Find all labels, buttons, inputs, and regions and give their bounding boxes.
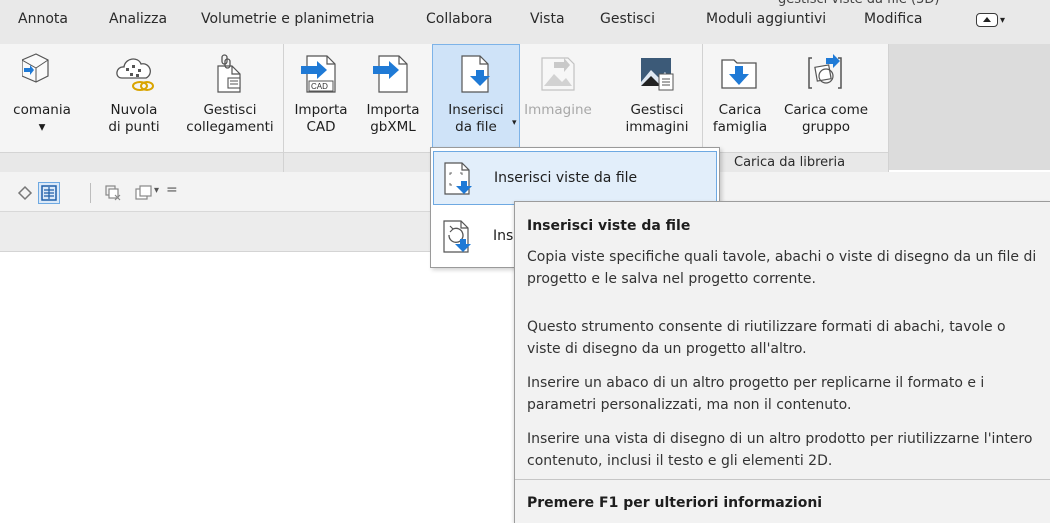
point-cloud-button[interactable]: Nuvola di punti (96, 52, 172, 136)
tab-collabora[interactable]: Collabora (426, 11, 493, 27)
manage-images-button[interactable]: Gestisci immagini (615, 52, 699, 136)
manage-links-icon (210, 52, 250, 94)
import-gbxml-button[interactable]: Importa gbXML (360, 52, 426, 136)
ribbon-tab-bar: gestisci viste da file (3D) Annota Anali… (0, 0, 1050, 44)
import-cad-label: Importa CAD (294, 102, 348, 135)
ribbon-display-options-button[interactable]: ▾ (976, 10, 1020, 30)
panel-divider (888, 44, 889, 172)
tab-annota[interactable]: Annota (18, 11, 68, 27)
tooltip-title: Inserisci viste da file (527, 218, 691, 234)
tooltip-description: Copia viste specifiche quali tavole, aba… (527, 249, 1037, 287)
tab-gestisci[interactable]: Gestisci (600, 11, 655, 27)
point-cloud-label: Nuvola di punti (108, 102, 160, 135)
thin-lines-icon[interactable] (38, 182, 60, 204)
decal-icon (21, 52, 62, 94)
tab-vista[interactable]: Vista (530, 11, 565, 27)
load-as-group-label: Carica come gruppo (783, 102, 869, 135)
insert-from-file-icon (456, 52, 496, 94)
panel-label-carica-da-libreria: Carica da libreria (734, 155, 846, 170)
insert-from-file-button[interactable]: Inserisci da file ▾ (432, 44, 520, 152)
tooltip-divider (515, 479, 1050, 480)
switch-windows-icon[interactable] (134, 184, 152, 202)
tab-analizza[interactable]: Analizza (109, 11, 167, 27)
image-label: Immagine (524, 102, 592, 118)
insert-views-icon (442, 161, 478, 197)
load-family-icon (720, 52, 760, 94)
chevron-down-icon[interactable]: ▾ (154, 185, 159, 196)
point-cloud-icon (114, 52, 154, 94)
ribbon-empty-area (888, 44, 1050, 170)
menu-item-label: Inserisci viste da file (494, 170, 638, 186)
customize-toolbar-icon[interactable]: = (166, 182, 178, 198)
import-gbxml-icon (373, 52, 413, 94)
tooltip-paragraph: Questo strumento consente di riutilizzar… (527, 319, 1006, 357)
manage-links-button[interactable]: Gestisci collegamenti (180, 52, 280, 136)
tab-volumetrie[interactable]: Volumetrie e planimetria (201, 11, 374, 27)
load-as-group-button[interactable]: Carica come gruppo (780, 52, 872, 136)
tab-moduli-aggiuntivi[interactable]: Moduli aggiuntivi (706, 11, 826, 27)
image-icon (538, 52, 578, 94)
decal-button[interactable]: comania ▾ (0, 52, 84, 136)
manage-links-label: Gestisci collegamenti (186, 102, 274, 135)
svg-text:CAD: CAD (311, 82, 328, 91)
insert-from-file-label: Inserisci da file (448, 102, 504, 135)
chevron-down-icon: ▾ (1000, 14, 1006, 26)
tooltip-insert-views-from-file: Inserisci viste da file Copia viste spec… (514, 201, 1050, 523)
decal-label: comania ▾ (13, 102, 71, 135)
visibility-icon[interactable] (16, 184, 34, 202)
load-family-button[interactable]: Carica famiglia (705, 52, 775, 136)
ribbon-toggle-icon (976, 13, 998, 27)
tooltip-paragraph: Inserire un abaco di un altro progetto p… (527, 375, 985, 413)
window-title-fragment: gestisci viste da file (3D) (778, 0, 968, 8)
tooltip-help-hint: Premere F1 per ulteriori informazioni (527, 495, 823, 511)
tooltip-paragraph: Inserire una vista di disegno di un altr… (527, 431, 1033, 469)
load-family-label: Carica famiglia (712, 102, 768, 135)
manage-images-icon (637, 52, 677, 94)
menu-item-insert-views-from-file[interactable]: Inserisci viste da file (433, 151, 717, 205)
import-cad-button[interactable]: CAD Importa CAD (286, 52, 356, 136)
insert-2d-icon (441, 219, 477, 255)
import-gbxml-label: Importa gbXML (366, 102, 420, 135)
image-button[interactable]: Immagine (524, 52, 592, 119)
manage-images-label: Gestisci immagini (625, 102, 689, 135)
tab-modifica[interactable]: Modifica (864, 11, 923, 27)
load-as-group-icon (806, 52, 846, 94)
close-hidden-windows-icon[interactable] (104, 184, 122, 202)
import-cad-icon: CAD (301, 52, 341, 94)
toolbar-divider (90, 183, 91, 203)
panel-divider (283, 44, 284, 172)
chevron-down-icon: ▾ (512, 118, 517, 128)
